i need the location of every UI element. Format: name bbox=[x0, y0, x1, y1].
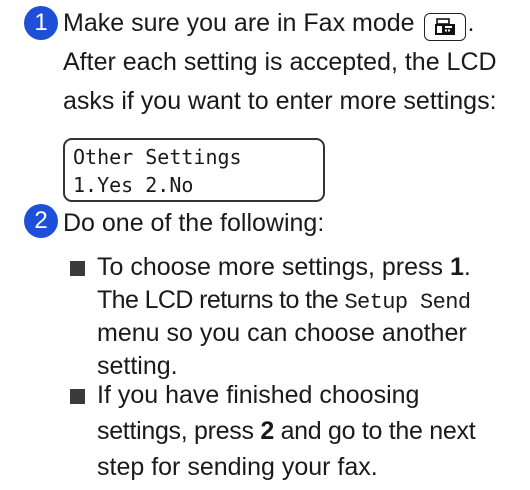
bullet1-line3: menu so you can choose another bbox=[97, 319, 467, 347]
step1-line3: asks if you want to enter more settings: bbox=[63, 87, 497, 115]
step1-line1-text: Make sure you are in Fax mode bbox=[63, 9, 415, 37]
lcd-display: Other Settings 1.Yes 2.No bbox=[63, 138, 325, 202]
bullet1-line2: The LCD returns to the Setup Send bbox=[97, 283, 471, 320]
bullet1-line2-text: The LCD returns to the bbox=[97, 286, 345, 314]
bullet2-line2: settings, press 2 and go to the next bbox=[97, 414, 476, 448]
key-2: 2 bbox=[260, 417, 274, 445]
bullet-square-icon bbox=[70, 389, 85, 404]
step1-line1: Make sure you are in Fax mode . bbox=[63, 6, 474, 41]
step2-intro: Do one of the following: bbox=[63, 209, 325, 237]
bullet2-line2-rest: and go to the next bbox=[273, 417, 476, 445]
key-1: 1 bbox=[449, 253, 464, 281]
bullet2-line2-text: settings, press bbox=[97, 417, 261, 445]
fax-mode-key bbox=[423, 13, 466, 41]
step-number-1: 1 bbox=[24, 6, 58, 40]
step-number-2: 2 bbox=[24, 204, 58, 238]
step1-line2: After each setting is accepted, the LCD bbox=[63, 48, 497, 76]
lcd-line-1: Other Settings bbox=[73, 145, 242, 169]
bullet1-text: To choose more settings, press bbox=[97, 253, 450, 281]
bullet1-line1: To choose more settings, press 1. bbox=[97, 250, 471, 284]
bullet2-line1: If you have finished choosing bbox=[97, 381, 420, 409]
bullet-square-icon bbox=[70, 261, 85, 276]
bullet1-period: . bbox=[463, 253, 471, 281]
step1-line1-period: . bbox=[467, 9, 475, 37]
bullet2-line3: step for sending your fax. bbox=[97, 453, 378, 481]
fax-icon bbox=[434, 18, 455, 35]
setup-send-menu: Setup Send bbox=[344, 290, 471, 315]
lcd-line-2: 1.Yes 2.No bbox=[73, 173, 194, 197]
